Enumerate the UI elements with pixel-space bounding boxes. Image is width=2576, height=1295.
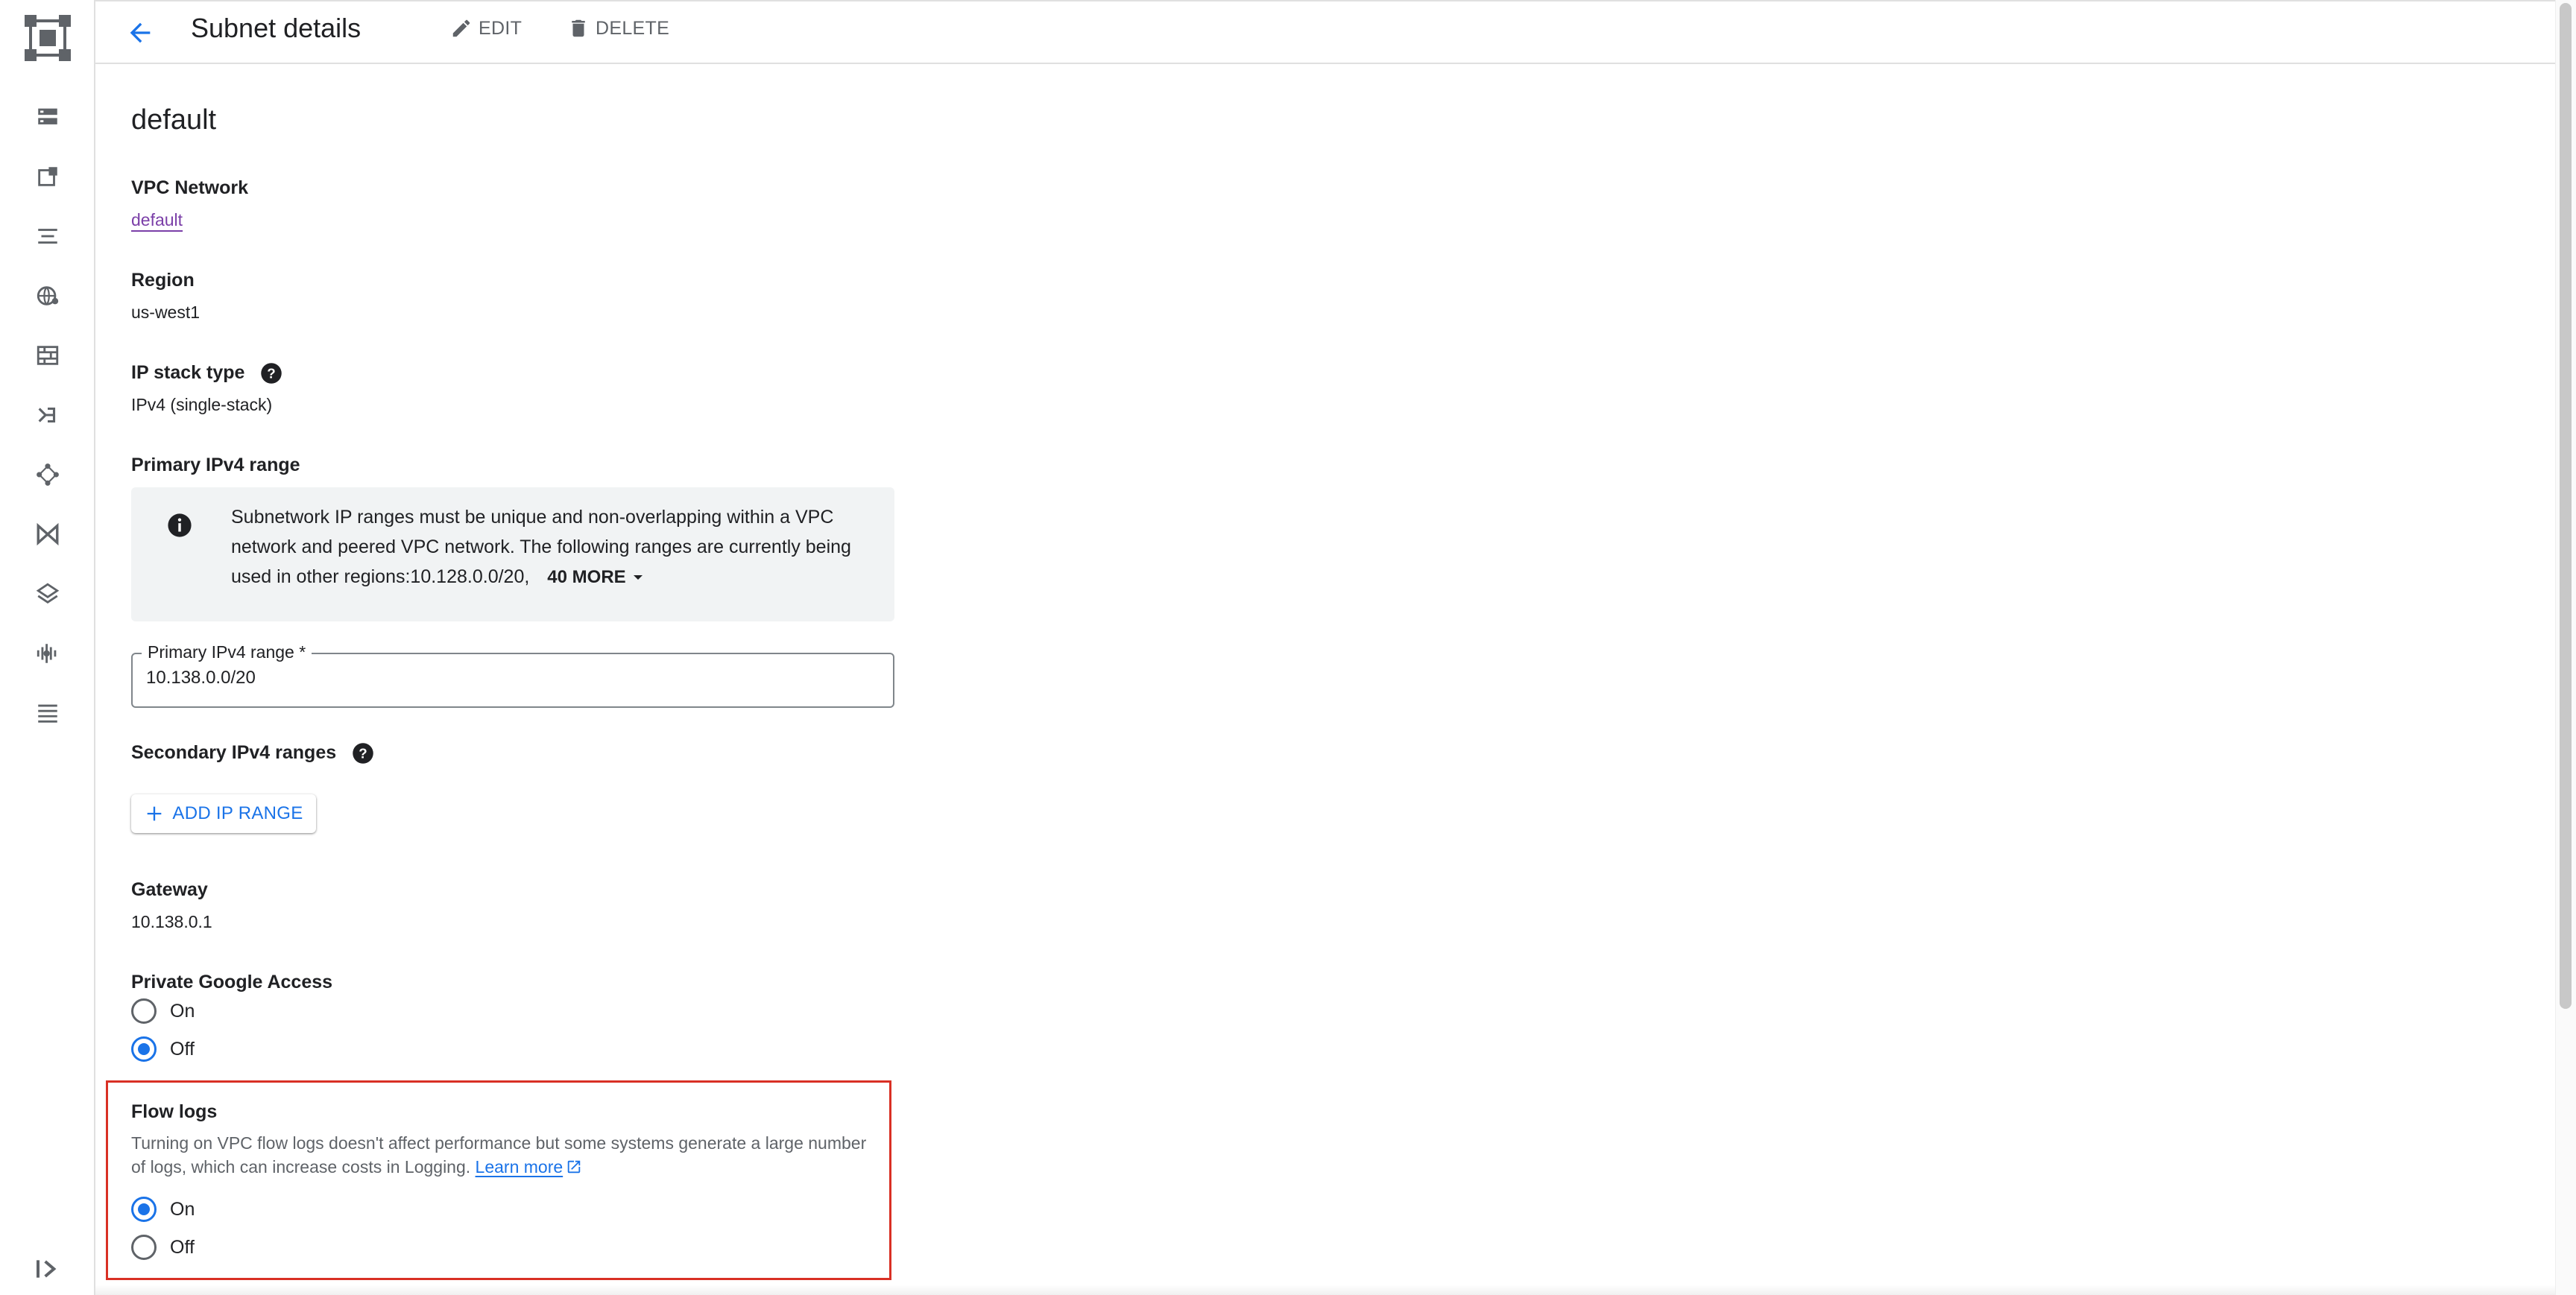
ip-stack-type-row: IP stack type ? — [131, 361, 282, 384]
flow-logs-description: Turning on VPC flow logs doesn't affect … — [131, 1131, 877, 1179]
app-root: Subnet details EDIT DELETE default VPC N… — [0, 0, 2576, 1295]
caret-down-icon — [633, 575, 643, 580]
trash-icon — [572, 19, 585, 37]
gateway-value: 10.138.0.1 — [131, 912, 212, 931]
ip-range-info-text: Subnetwork IP ranges must be unique and … — [231, 502, 872, 592]
expand-icon[interactable] — [33, 1256, 63, 1282]
gateway-label: Gateway — [131, 879, 208, 900]
network-topology-icon[interactable] — [30, 457, 66, 493]
flow-logs-off-label: Off — [170, 1236, 195, 1258]
routes-icon[interactable] — [30, 397, 66, 433]
arrow-back-icon — [130, 22, 151, 43]
firewall-icon[interactable] — [30, 338, 66, 373]
region-label: Region — [131, 270, 195, 291]
flow-logs-off-option[interactable]: Off — [131, 1235, 195, 1260]
add-ip-range-button[interactable]: ADD IP RANGE — [131, 794, 316, 833]
flow-logs-highlight-box — [106, 1080, 891, 1280]
primary-range-field[interactable]: Primary IPv4 range * — [131, 642, 894, 708]
vpc-network-label: VPC Network — [131, 177, 248, 198]
private-access-on-label: On — [170, 1000, 195, 1022]
bottom-shadow — [95, 1285, 2555, 1295]
globe-icon[interactable] — [30, 278, 66, 314]
vertical-scrollbar[interactable] — [2555, 0, 2576, 1295]
help-icon[interactable]: ? — [260, 362, 282, 384]
external-link-icon — [567, 1160, 581, 1174]
svg-text:?: ? — [359, 746, 367, 762]
peering-icon[interactable] — [30, 516, 66, 552]
delete-button[interactable]: DELETE — [567, 13, 669, 43]
flow-logs-on-option[interactable]: On — [131, 1197, 195, 1222]
ip-range-info-box: Subnetwork IP ranges must be unique and … — [131, 487, 894, 621]
private-access-off-label: Off — [170, 1038, 195, 1060]
flow-logs-off-radio[interactable] — [131, 1235, 157, 1260]
private-access-on-option[interactable]: On — [131, 998, 195, 1024]
vpc-network-logo-icon[interactable] — [25, 15, 71, 61]
monitoring-icon[interactable] — [30, 636, 66, 671]
help-icon[interactable]: ? — [352, 742, 374, 764]
edit-button[interactable]: EDIT — [450, 13, 522, 43]
secondary-ranges-row: Secondary IPv4 ranges ? — [131, 741, 374, 764]
flow-logs-on-radio[interactable] — [131, 1197, 157, 1222]
private-access-off-option[interactable]: Off — [131, 1036, 195, 1062]
region-value: us-west1 — [131, 303, 201, 322]
svg-text:?: ? — [268, 366, 276, 381]
flow-logs-on-label: On — [170, 1198, 195, 1220]
flow-logs-label: Flow logs — [131, 1101, 218, 1122]
primary-range-label: Primary IPv4 range — [131, 455, 300, 475]
vpc-network-link[interactable]: default — [131, 210, 183, 229]
page-title: Subnet details — [191, 13, 362, 43]
ip-stack-type-label: IP stack type — [131, 362, 245, 383]
info-icon — [168, 513, 192, 537]
private-access-off-radio[interactable] — [131, 1036, 157, 1062]
dashboard-icon[interactable] — [30, 99, 66, 135]
plus-icon — [148, 806, 162, 821]
add-ip-range-label: ADD IP RANGE — [172, 803, 303, 823]
private-access-on-radio[interactable] — [131, 998, 157, 1024]
primary-range-field-label: Primary IPv4 range * — [142, 642, 312, 662]
nav-rail — [0, 0, 95, 1295]
delete-label: DELETE — [596, 17, 670, 39]
logs-icon[interactable] — [30, 695, 66, 731]
list-icon[interactable] — [30, 218, 66, 254]
secondary-ranges-label: Secondary IPv4 ranges — [131, 742, 337, 763]
edit-label: EDIT — [479, 17, 523, 39]
primary-range-input[interactable] — [146, 668, 817, 688]
learn-more-link[interactable]: Learn more — [476, 1157, 564, 1177]
ip-stack-type-value: IPv4 (single-stack) — [131, 395, 273, 414]
top-bar: Subnet details EDIT DELETE — [95, 0, 2555, 64]
info-message: Subnetwork IP ranges must be unique and … — [231, 507, 851, 587]
instances-icon[interactable] — [30, 159, 66, 194]
back-button[interactable] — [119, 12, 161, 54]
more-ranges-button[interactable]: 40 MORE — [547, 563, 645, 592]
more-label: 40 MORE — [547, 567, 626, 587]
scrollbar-thumb[interactable] — [2560, 3, 2572, 1009]
layers-icon[interactable] — [30, 576, 66, 612]
pencil-icon — [452, 19, 470, 37]
subnet-name-heading: default — [131, 104, 217, 136]
private-google-access-label: Private Google Access — [131, 972, 333, 992]
